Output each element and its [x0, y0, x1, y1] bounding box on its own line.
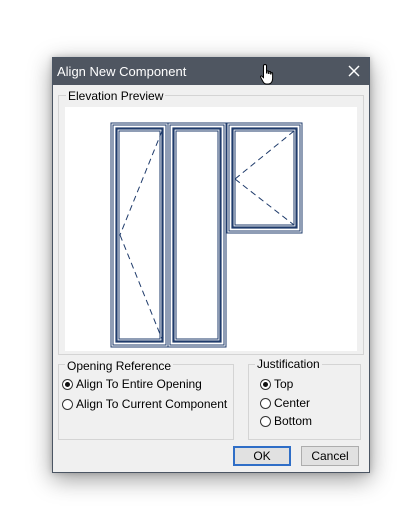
radio-indicator — [62, 378, 73, 390]
left-panel-outer-frame — [110, 122, 169, 348]
cancel-button[interactable]: Cancel — [301, 446, 359, 466]
align-new-component-dialog: Align New Component Elevation Preview Op… — [52, 57, 370, 473]
justification-center-radio[interactable]: Center — [260, 395, 310, 411]
ok-button[interactable]: OK — [233, 446, 291, 466]
justification-top-radio[interactable]: Top — [260, 376, 293, 392]
radio-indicator — [62, 398, 73, 410]
titlebar[interactable]: Align New Component — [53, 58, 369, 85]
radio-indicator — [260, 378, 271, 390]
justification-bottom-radio[interactable]: Bottom — [260, 413, 312, 429]
radio-label: Bottom — [274, 414, 313, 428]
justification-legend: Justification — [255, 357, 322, 371]
dialog-title: Align New Component — [57, 64, 187, 79]
align-current-component-radio[interactable]: Align To Current Component — [62, 396, 227, 412]
close-button[interactable] — [343, 60, 365, 82]
elevation-preview-canvas — [65, 107, 357, 351]
elevation-preview-legend: Elevation Preview — [66, 89, 166, 103]
align-entire-opening-radio[interactable]: Align To Entire Opening — [62, 376, 202, 392]
radio-label: Top — [274, 377, 294, 391]
radio-indicator — [260, 397, 271, 409]
middle-panel-outer-frame — [167, 122, 227, 348]
top-right-panel-outer-frame — [226, 122, 303, 234]
radio-indicator — [260, 415, 271, 427]
hand-pointer-icon — [260, 63, 274, 85]
radio-label: Align To Entire Opening — [76, 377, 202, 391]
elevation-drawing — [110, 122, 303, 348]
close-icon — [348, 65, 360, 77]
radio-label: Center — [274, 396, 311, 410]
opening-reference-legend: Opening Reference — [65, 359, 174, 373]
radio-label: Align To Current Component — [76, 397, 228, 411]
